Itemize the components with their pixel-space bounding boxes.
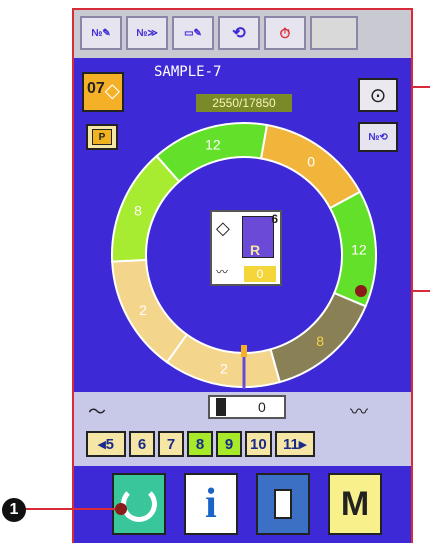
stitch-wave-icon: 〰 <box>216 265 229 279</box>
center-step-button[interactable]: ◇ R 6 〰 0 <box>210 210 282 286</box>
ring-segment[interactable] <box>111 258 189 364</box>
ring-segment-value: 8 <box>316 333 324 349</box>
fine-wave-icon: 〰 <box>350 402 368 422</box>
ring-segment-value: 12 <box>205 136 221 152</box>
ring-segment-value: 2 <box>220 360 228 376</box>
part-count: 6 <box>271 212 278 226</box>
step-key[interactable]: 11▸ <box>274 431 315 457</box>
step-key[interactable]: ◂5 <box>86 431 126 457</box>
callout-dot-middle <box>355 285 367 297</box>
part-letter: R <box>250 242 261 258</box>
step-keys: ◂5 6 7 8 9 10 11▸ <box>86 431 315 457</box>
ring-segment[interactable] <box>111 154 181 263</box>
coarse-wave-icon: 〜 <box>88 402 106 422</box>
callout-line-middle <box>411 290 430 292</box>
callout-line-top <box>411 86 430 88</box>
bobbin-icon <box>216 398 226 416</box>
device-icon <box>274 489 292 519</box>
counter-value: 0 <box>258 399 266 415</box>
step-key[interactable]: 6 <box>129 431 155 457</box>
ring-segment-value: 0 <box>307 154 315 170</box>
mode-button[interactable]: M <box>328 473 382 535</box>
reset-icon <box>121 486 157 522</box>
step-key[interactable]: 7 <box>158 431 184 457</box>
ring-segment-value: 2 <box>139 302 147 318</box>
callout-line-bottom <box>16 508 122 510</box>
info-button[interactable]: i <box>184 473 238 535</box>
needle-tip <box>241 345 247 357</box>
step-symbol-icon: ◇ <box>216 218 230 238</box>
step-key[interactable]: 8 <box>187 431 213 457</box>
communication-button[interactable] <box>256 473 310 535</box>
callout-dot-bottom <box>115 503 127 515</box>
center-value: 0 <box>244 266 276 282</box>
ring-segment-value: 12 <box>351 241 367 257</box>
panel-screen: №✎ №≫ ▭✎ ⟲ ⏱ 07 ◇ SAMPLE-7 2550/17850 P … <box>74 10 411 543</box>
ring-segment-value: 8 <box>134 202 142 218</box>
step-key[interactable]: 10 <box>245 431 272 457</box>
callout-number: 1 <box>2 498 26 522</box>
step-key[interactable]: 9 <box>216 431 242 457</box>
counter-field[interactable]: 0 <box>208 395 286 419</box>
